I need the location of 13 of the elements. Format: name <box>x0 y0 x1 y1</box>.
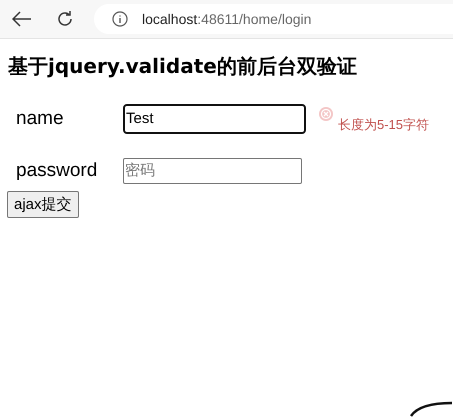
back-icon[interactable] <box>12 11 32 27</box>
submit-button[interactable]: ajax提交 <box>7 191 79 218</box>
error-message: 长度为5-15字符 <box>338 116 430 134</box>
info-icon[interactable] <box>112 11 128 27</box>
field-label: name <box>15 108 65 130</box>
address-bar[interactable]: localhost:48611/home/login <box>94 4 453 34</box>
reload-icon[interactable] <box>56 10 74 28</box>
input-field[interactable]: 密码 <box>123 158 302 184</box>
error-icon <box>318 106 334 122</box>
page-heading: 基于jquery.validate的前后台双验证 <box>8 53 358 80</box>
url-text: localhost:48611/home/login <box>142 11 312 27</box>
input-field[interactable]: Test <box>123 104 306 134</box>
field-label: password <box>15 160 98 182</box>
